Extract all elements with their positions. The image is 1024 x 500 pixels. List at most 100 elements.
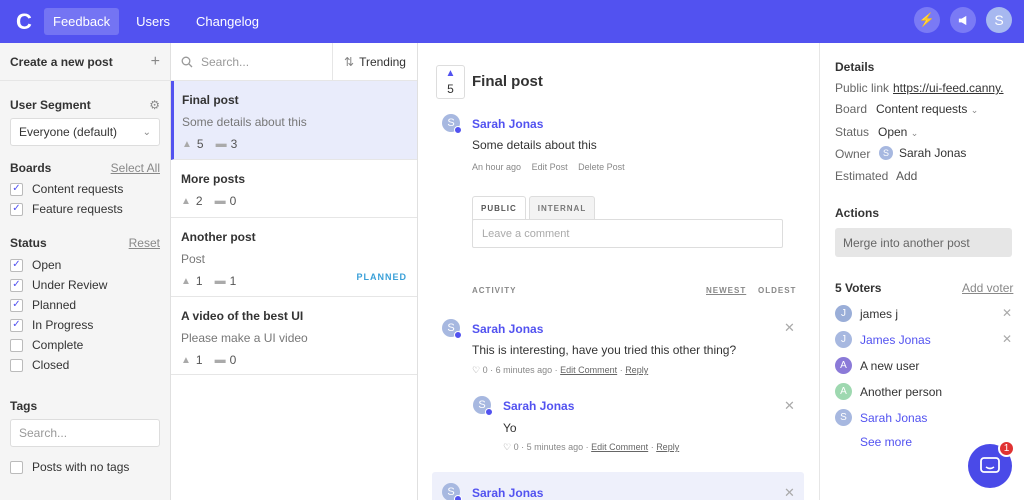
sort-dropdown[interactable]: ⇅ Trending xyxy=(333,43,417,80)
upvote-button[interactable]: ▲ 5 xyxy=(436,65,465,99)
chevron-down-icon: ⌄ xyxy=(910,128,919,138)
voter-item[interactable]: J James Jonas xyxy=(835,331,931,348)
board-checkbox[interactable]: ✓ Content requests xyxy=(0,179,170,199)
heart-icon[interactable]: ♡ xyxy=(472,365,480,375)
vote-count: 2 xyxy=(195,194,203,208)
megaphone-icon[interactable] xyxy=(950,7,976,33)
status-value: Open xyxy=(878,125,908,139)
comment-icon: ▬ xyxy=(214,354,226,366)
status-label: Under Review xyxy=(32,278,108,292)
segment-heading: User Segment xyxy=(10,98,91,112)
owner-value: Sarah Jonas xyxy=(899,146,967,160)
voter-name: Sarah Jonas xyxy=(860,410,928,425)
tags-search-input[interactable]: Search... xyxy=(10,419,160,447)
see-more-link[interactable]: See more xyxy=(860,435,912,449)
owner-selector[interactable]: S Sarah Jonas xyxy=(879,146,966,160)
merge-button[interactable]: Merge into another post xyxy=(835,228,1012,257)
post-list: Search... ⇅ Trending Final post Some det… xyxy=(171,43,418,500)
status-checkbox[interactable]: ✓ Under Review xyxy=(0,275,170,295)
tab-feedback[interactable]: Feedback xyxy=(44,8,120,35)
voter-item[interactable]: S Sarah Jonas xyxy=(835,409,927,426)
tags-heading: Tags xyxy=(10,399,38,413)
check-icon: ✓ xyxy=(10,258,23,272)
status-checkbox[interactable]: Closed xyxy=(0,355,170,375)
tab-users[interactable]: Users xyxy=(127,8,179,35)
list-item[interactable]: Final post Some details about this ▲ 5 ▬ 3 xyxy=(171,81,417,160)
comment-author[interactable]: Sarah Jonas xyxy=(472,486,543,500)
board-checkbox[interactable]: ✓ Feature requests xyxy=(0,199,170,219)
gear-icon[interactable]: ⚙ xyxy=(149,98,160,112)
select-all-link[interactable]: Select All xyxy=(111,161,160,175)
voter-name: James Jonas xyxy=(860,332,931,347)
close-icon[interactable]: ✕ xyxy=(784,320,795,336)
avatar: S xyxy=(442,483,462,500)
list-item[interactable]: Another post Post ▲ 1 ▬ 1 PLANNED xyxy=(171,218,417,297)
estimated-add[interactable]: Add xyxy=(896,169,917,183)
details-panel: Details Public link https://ui-feed.cann… xyxy=(819,43,1024,500)
public-link[interactable]: https://ui-feed.canny. xyxy=(893,81,1004,95)
voter-item[interactable]: Jjames j xyxy=(835,305,898,322)
heart-icon[interactable]: ♡ xyxy=(503,442,511,452)
avatar: S xyxy=(835,409,852,426)
bolt-icon[interactable]: ⚡ xyxy=(914,7,940,33)
status-label: Open xyxy=(32,258,62,272)
board-dropdown[interactable]: Content requests ⌄ xyxy=(876,102,978,116)
comment-input[interactable]: Leave a comment xyxy=(472,219,783,248)
sort-newest[interactable]: NEWEST xyxy=(706,286,746,295)
status-dropdown[interactable]: Open ⌄ xyxy=(878,125,918,139)
board-value: Content requests xyxy=(876,102,968,116)
comment-text: Yo xyxy=(503,421,517,435)
reset-link[interactable]: Reset xyxy=(129,236,160,250)
tab-changelog[interactable]: Changelog xyxy=(187,8,268,35)
status-label: In Progress xyxy=(32,318,94,332)
activity-heading: ACTIVITY xyxy=(472,286,517,295)
status-badge: PLANNED xyxy=(356,272,407,282)
list-item[interactable]: More posts ▲ 2 ▬ 0 xyxy=(171,160,417,218)
reply-link[interactable]: Reply xyxy=(625,365,648,375)
empty-checkbox xyxy=(10,338,23,352)
reply-link[interactable]: Reply xyxy=(656,442,679,452)
segment-select[interactable]: Everyone (default) ⌄ xyxy=(10,118,160,146)
create-post-button[interactable]: Create a new post + xyxy=(0,43,170,81)
voter-item[interactable]: A A new user xyxy=(835,357,919,374)
comment-author[interactable]: Sarah Jonas xyxy=(503,399,574,413)
delete-post-link[interactable]: Delete Post xyxy=(578,162,625,172)
avatar: J xyxy=(835,305,852,322)
tab-internal[interactable]: INTERNAL xyxy=(528,196,596,220)
comment-count: 1 xyxy=(229,274,237,288)
voter-item[interactable]: A Another person xyxy=(835,383,942,400)
close-icon[interactable]: ✕ xyxy=(784,398,795,414)
status-checkbox[interactable]: Complete xyxy=(0,335,170,355)
no-tags-checkbox[interactable]: Posts with no tags xyxy=(0,457,170,477)
avatar: A xyxy=(835,357,852,374)
comment-time: 6 minutes ago xyxy=(495,365,553,375)
tab-public[interactable]: PUBLIC xyxy=(472,196,526,220)
no-tags-label: Posts with no tags xyxy=(32,460,130,474)
status-checkbox[interactable]: ✓ Open xyxy=(0,255,170,275)
comment-author[interactable]: Sarah Jonas xyxy=(472,322,543,336)
post-title: More posts xyxy=(181,172,246,186)
close-icon[interactable]: ✕ xyxy=(1002,332,1012,346)
chat-icon xyxy=(980,457,1000,473)
sort-oldest[interactable]: OLDEST xyxy=(758,286,796,295)
status-checkbox[interactable]: ✓ In Progress xyxy=(0,315,170,335)
add-voter-link[interactable]: Add voter xyxy=(962,281,1013,295)
edit-comment-link[interactable]: Edit Comment xyxy=(591,442,648,452)
edit-comment-link[interactable]: Edit Comment xyxy=(560,365,617,375)
notification-badge: 1 xyxy=(998,440,1015,457)
vote-count: 5 xyxy=(447,81,454,96)
logo[interactable]: C xyxy=(4,0,44,43)
close-icon[interactable]: ✕ xyxy=(784,485,795,500)
segment-value: Everyone (default) xyxy=(19,125,118,139)
public-link-label: Public link xyxy=(835,81,890,95)
close-icon[interactable]: ✕ xyxy=(1002,306,1012,320)
list-item[interactable]: A video of the best UI Please make a UI … xyxy=(171,297,417,375)
plus-icon[interactable]: + xyxy=(151,53,160,71)
post-search-input[interactable]: Search... xyxy=(171,43,333,80)
status-checkbox[interactable]: ✓ Planned xyxy=(0,295,170,315)
edit-post-link[interactable]: Edit Post xyxy=(532,162,568,172)
author-name[interactable]: Sarah Jonas xyxy=(472,117,543,131)
user-avatar[interactable]: S xyxy=(986,7,1012,33)
chat-button[interactable]: 1 xyxy=(968,440,1015,488)
sort-label: Trending xyxy=(359,54,406,69)
